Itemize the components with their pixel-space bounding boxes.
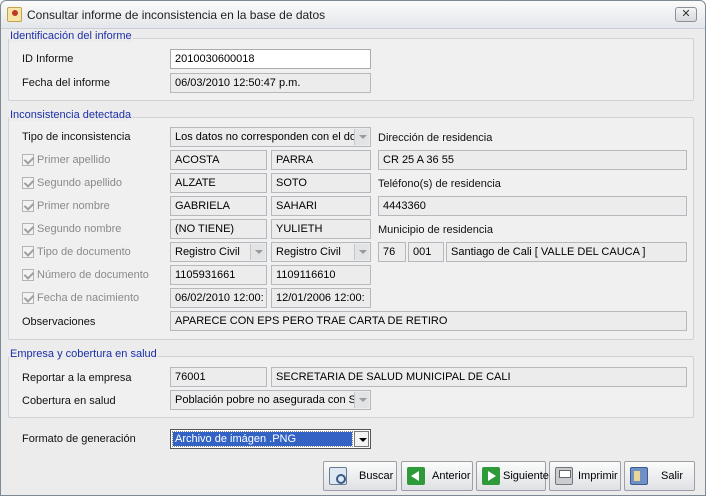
direccion-field: CR 25 A 36 55 (378, 150, 687, 170)
imprimir-button-label: Imprimir (578, 470, 618, 482)
segundo-nombre-a-field: (NO TIENE) (170, 219, 267, 239)
title-bar: Consultar informe de inconsistencia en l… (1, 1, 705, 29)
tipo-documento-b-value: Registro Civil (276, 246, 341, 258)
tipo-documento-checkbox[interactable] (22, 246, 34, 258)
segundo-nombre-checkbox[interactable] (22, 223, 34, 235)
empresa-group-title: Empresa y cobertura en salud (9, 348, 158, 360)
anterior-button[interactable]: Anterior (401, 461, 473, 491)
id-informe-field[interactable]: 2010030600018 (170, 49, 371, 69)
chevron-down-icon[interactable] (354, 392, 369, 408)
formato-label: Formato de generación (22, 433, 136, 445)
imprimir-button[interactable]: Imprimir (549, 461, 621, 491)
cobertura-value: Población pobre no asegurada con SI (175, 394, 360, 406)
tipo-documento-a-select[interactable]: Registro Civil (170, 242, 267, 262)
fecha-nacimiento-checkbox[interactable] (22, 292, 34, 304)
municipio-nombre-field: Santiago de Cali [ VALLE DEL CAUCA ] (446, 242, 687, 262)
salir-button-label: Salir (661, 470, 684, 482)
tipo-documento-b-select[interactable]: Registro Civil (271, 242, 371, 262)
telefono-label: Teléfono(s) de residencia (378, 178, 501, 190)
chevron-down-icon[interactable] (354, 431, 369, 447)
fecha-informe-field: 06/03/2010 12:50:47 p.m. (170, 73, 371, 93)
observaciones-field: APARECE CON EPS PERO TRAE CARTA DE RETIR… (170, 311, 687, 331)
municipio-label: Municipio de residencia (378, 224, 493, 236)
municipio-departamento-field: 76 (378, 242, 406, 262)
arrow-right-icon (482, 467, 500, 485)
reportar-empresa-codigo-field: 76001 (170, 367, 267, 387)
primer-nombre-a-field: GABRIELA (170, 196, 267, 216)
chevron-down-icon[interactable] (354, 244, 369, 260)
close-button[interactable]: ✕ (675, 7, 697, 22)
reportar-empresa-label: Reportar a la empresa (22, 372, 132, 384)
segundo-apellido-checkbox[interactable] (22, 177, 34, 189)
id-informe-label: ID Informe (22, 53, 74, 65)
tipo-documento-label: Tipo de documento (37, 246, 131, 258)
anterior-button-label: Anterior (432, 470, 471, 482)
primer-apellido-label: Primer apellido (37, 154, 111, 166)
tipo-inconsistencia-value: Los datos no corresponden con el do (175, 131, 357, 143)
primer-apellido-a-field: ACOSTA (170, 150, 267, 170)
arrow-left-icon (407, 467, 425, 485)
buscar-button-label: Buscar (359, 470, 394, 482)
segundo-nombre-b-field: YULIETH (271, 219, 371, 239)
primer-apellido-b-field: PARRA (271, 150, 371, 170)
tipo-inconsistencia-label: Tipo de inconsistencia (22, 131, 131, 143)
primer-nombre-checkbox[interactable] (22, 200, 34, 212)
buscar-button[interactable]: Buscar (323, 461, 397, 491)
numero-documento-a-field: 1105931661 (170, 265, 267, 285)
siguiente-button-label: Siguiente (503, 470, 549, 482)
cobertura-select[interactable]: Población pobre no asegurada con SI (170, 390, 371, 410)
telefono-field: 4443360 (378, 196, 687, 216)
numero-documento-label: Número de documento (37, 269, 149, 281)
fecha-nacimiento-a-field: 06/02/2010 12:00: (170, 288, 267, 308)
tipo-inconsistencia-select[interactable]: Los datos no corresponden con el do (170, 127, 371, 147)
window-title: Consultar informe de inconsistencia en l… (27, 8, 326, 22)
segundo-apellido-label: Segundo apellido (37, 177, 123, 189)
segundo-apellido-b-field: SOTO (271, 173, 371, 193)
formato-select[interactable]: Archivo de imágen .PNG (170, 429, 371, 449)
fecha-informe-label: Fecha del informe (22, 77, 111, 89)
segundo-nombre-label: Segundo nombre (37, 223, 122, 235)
numero-documento-b-field: 1109116610 (271, 265, 371, 285)
chevron-down-icon[interactable] (250, 244, 265, 260)
direccion-label: Dirección de residencia (378, 132, 493, 144)
dialog-window: Consultar informe de inconsistencia en l… (0, 0, 706, 496)
primer-apellido-checkbox[interactable] (22, 154, 34, 166)
primer-nombre-b-field: SAHARI (271, 196, 371, 216)
tipo-documento-a-value: Registro Civil (175, 246, 240, 258)
chevron-down-icon[interactable] (354, 129, 369, 145)
printer-icon (555, 467, 573, 485)
inconsistencia-group-title: Inconsistencia detectada (9, 109, 133, 121)
fecha-nacimiento-label: Fecha de nacimiento (37, 292, 140, 304)
siguiente-button[interactable]: Siguiente (476, 461, 549, 491)
reportar-empresa-nombre-field: SECRETARIA DE SALUD MUNICIPAL DE CALI (271, 367, 687, 387)
numero-documento-checkbox[interactable] (22, 269, 34, 281)
identificacion-group-title: Identificación del informe (9, 30, 133, 42)
segundo-apellido-a-field: ALZATE (170, 173, 267, 193)
search-icon (329, 467, 347, 485)
primer-nombre-label: Primer nombre (37, 200, 110, 212)
municipio-codigo-field: 001 (408, 242, 444, 262)
app-icon (7, 7, 22, 22)
formato-value: Archivo de imágen .PNG (172, 431, 353, 447)
cobertura-label: Cobertura en salud (22, 395, 116, 407)
fecha-nacimiento-b-field: 12/01/2006 12:00: (271, 288, 371, 308)
exit-door-icon (630, 467, 648, 485)
observaciones-label: Observaciones (22, 316, 96, 328)
salir-button[interactable]: Salir (624, 461, 695, 491)
